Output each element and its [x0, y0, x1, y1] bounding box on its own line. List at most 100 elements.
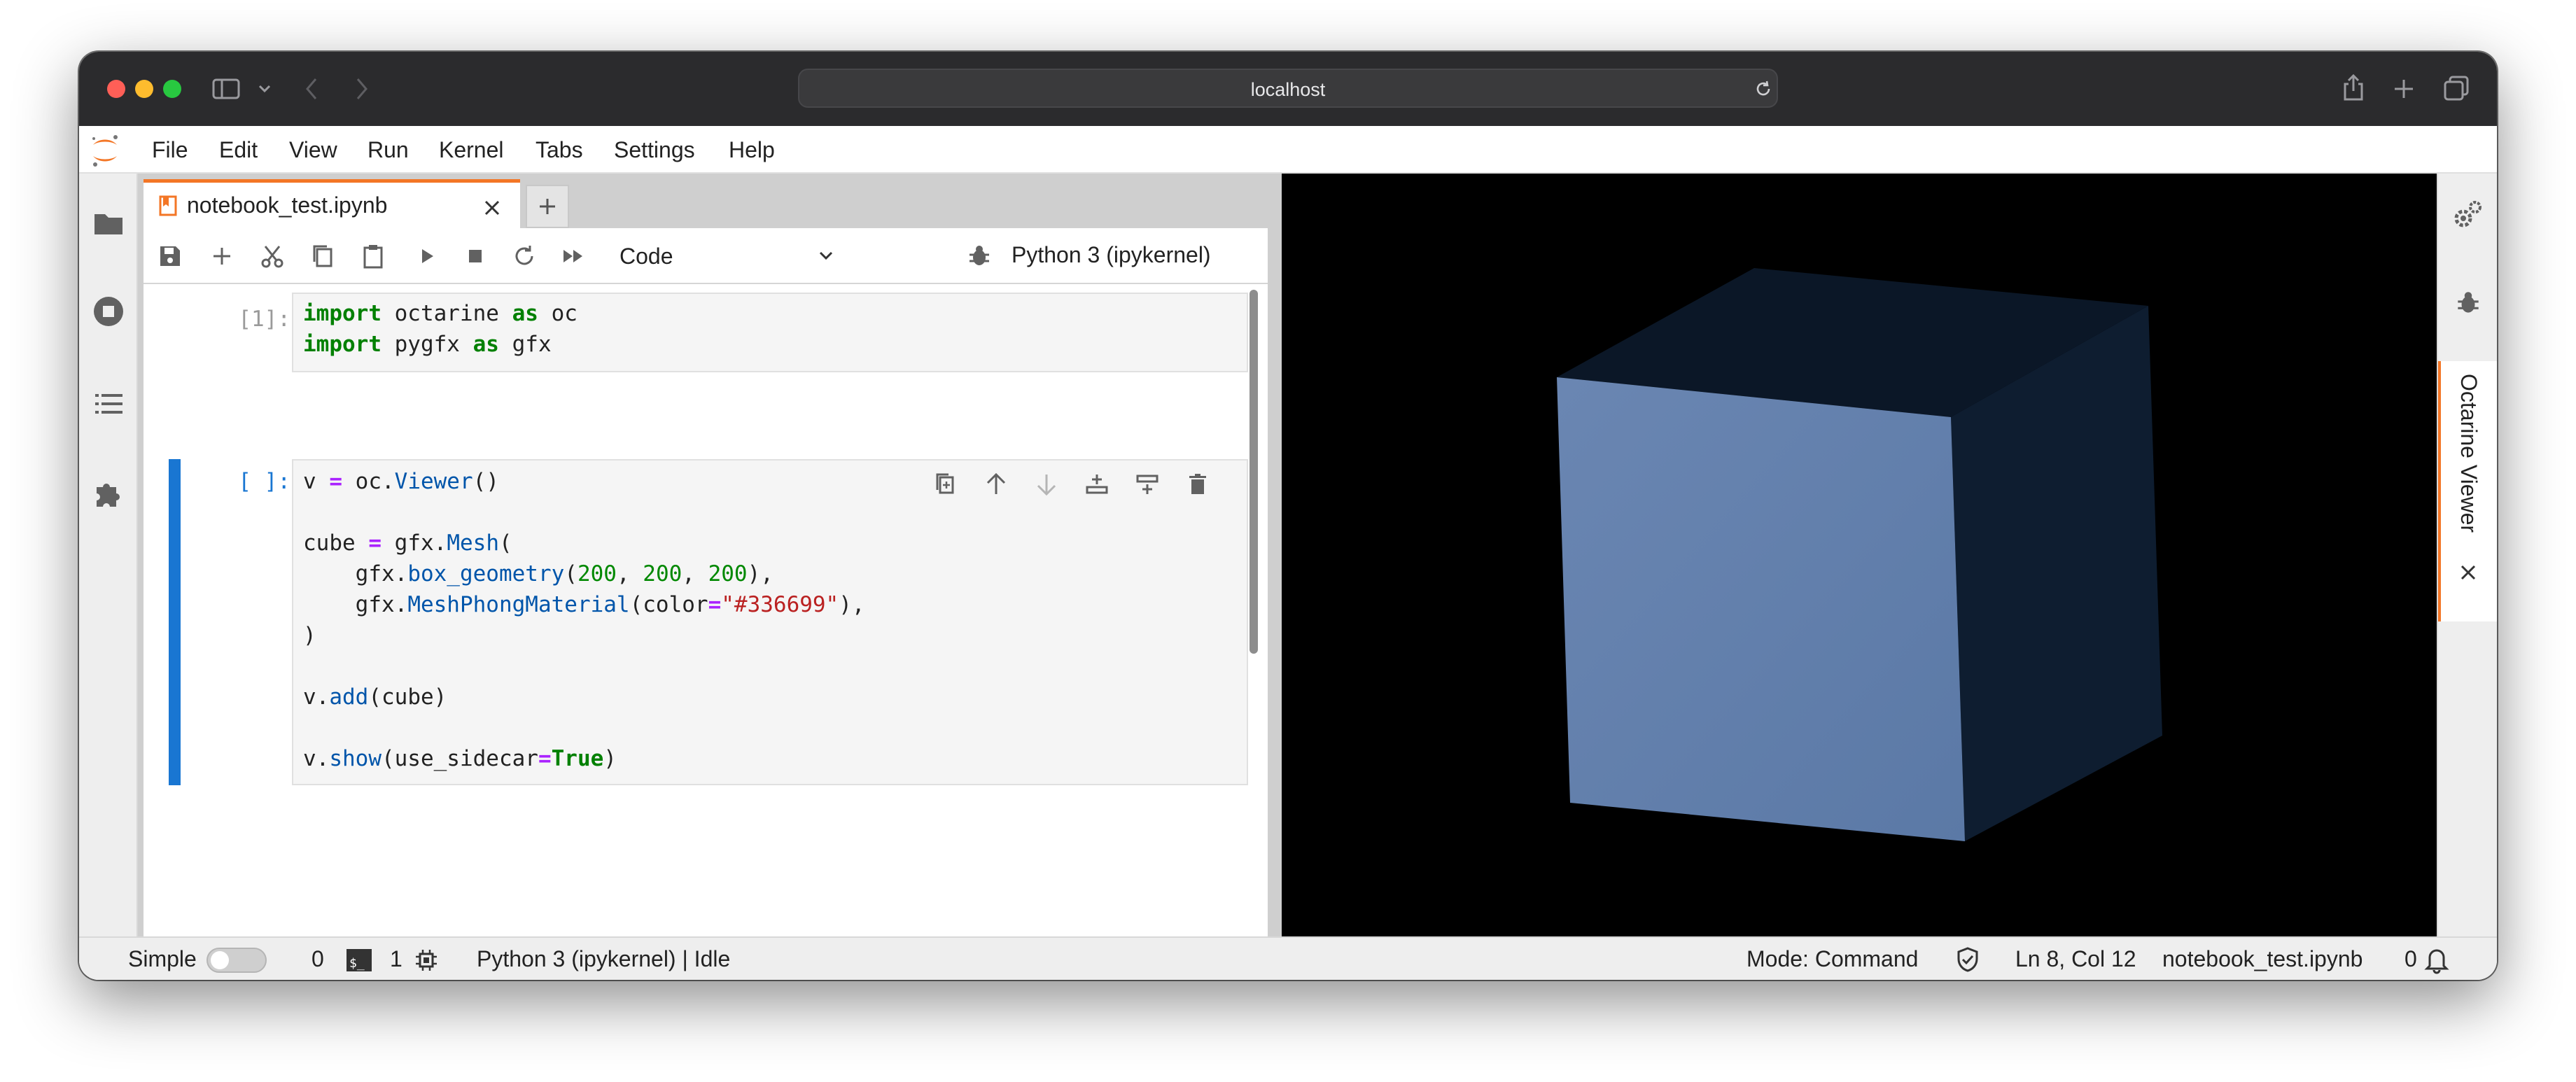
address-text: localhost [1250, 79, 1326, 100]
code-editor[interactable]: import octarine as oc import pygfx as gf… [292, 293, 1248, 372]
browser-window: localhost File Edit View Run Kernel Tabs… [79, 52, 2497, 980]
code-line: v = oc.Viewer() [303, 469, 499, 494]
delete-cell-icon[interactable] [1184, 470, 1212, 498]
cursor-position[interactable]: Ln 8, Col 12 [2015, 946, 2136, 972]
code-cell-active[interactable]: [ ]: v = oc.Viewer() cube = gfx.Mesh( gf… [144, 459, 1250, 785]
tab-notebook[interactable]: notebook_test.ipynb [144, 179, 520, 228]
back-icon[interactable] [304, 77, 318, 101]
notebook-tabbar: notebook_test.ipynb [144, 179, 1268, 228]
forward-icon[interactable] [355, 77, 369, 101]
menu-kernel[interactable]: Kernel [439, 137, 504, 163]
close-icon[interactable] [484, 199, 500, 216]
notification-count[interactable]: 0 [2404, 946, 2417, 972]
paste-icon[interactable] [359, 242, 387, 270]
plus-icon [540, 199, 555, 214]
menu-bar: File Edit View Run Kernel Tabs Settings … [79, 126, 2497, 174]
minimize-window-button[interactable] [135, 80, 153, 98]
tab-overview-icon[interactable] [2444, 76, 2469, 101]
menu-file[interactable]: File [152, 137, 188, 163]
chevron-down-icon[interactable] [258, 84, 271, 94]
run-icon[interactable] [412, 242, 440, 270]
tab-octarine-viewer[interactable]: Octarine Viewer [2438, 361, 2497, 621]
toc-icon[interactable] [91, 386, 126, 421]
fast-forward-icon[interactable] [559, 242, 587, 270]
menu-edit[interactable]: Edit [219, 137, 258, 163]
address-bar[interactable]: localhost [798, 69, 1778, 108]
terminal-icon[interactable]: $_ [345, 946, 373, 974]
move-up-icon[interactable] [982, 470, 1010, 498]
new-tab-icon[interactable] [2393, 78, 2414, 99]
toggle-knob [211, 951, 229, 969]
copy-icon[interactable] [309, 242, 337, 270]
menu-settings[interactable]: Settings [614, 137, 695, 163]
svg-text:$_: $_ [349, 956, 365, 971]
menu-tabs[interactable]: Tabs [536, 137, 583, 163]
notebook-toolbar: Code Python 3 (ipykernel) [144, 228, 1334, 284]
share-icon[interactable] [2342, 73, 2365, 102]
sidebar-icon[interactable] [212, 78, 240, 99]
code-cell[interactable]: [1]: import octarine as oc import pygfx … [144, 293, 1250, 372]
menu-run[interactable]: Run [368, 137, 409, 163]
terminal-count[interactable]: 0 [312, 946, 324, 972]
add-tab-button[interactable] [526, 185, 569, 228]
notebook-scrollbar[interactable] [1250, 290, 1258, 654]
code-line: import pygfx as gfx [303, 332, 552, 357]
zoom-window-button[interactable] [163, 80, 181, 98]
mode-indicator: Mode: Command [1746, 946, 1919, 971]
property-inspector-icon[interactable] [2452, 199, 2484, 231]
cpu-icon[interactable] [414, 948, 439, 973]
jupyter-logo-icon [92, 135, 118, 167]
duplicate-cell-icon[interactable] [932, 470, 960, 498]
save-icon[interactable] [156, 242, 184, 270]
reload-icon[interactable] [1754, 80, 1772, 98]
kernel-count[interactable]: 1 [390, 946, 402, 972]
code-line: ) [303, 623, 316, 648]
code-line: v.add(cube) [303, 684, 447, 710]
cube-front-face [1557, 377, 1965, 841]
close-window-button[interactable] [107, 80, 125, 98]
trusted-shield-icon [1957, 947, 1978, 972]
stop-icon[interactable] [461, 242, 489, 270]
left-sidebar [79, 174, 138, 980]
code-line: gfx.MeshPhongMaterial(color="#336699"), [303, 592, 865, 617]
notebook-panel: Code Python 3 (ipykernel) [1]: import oc… [144, 228, 1334, 980]
restart-icon[interactable] [510, 242, 538, 270]
status-filename: notebook_test.ipynb [2162, 946, 2363, 971]
insert-above-icon[interactable] [1083, 470, 1111, 498]
code-line: import octarine as oc [303, 301, 578, 326]
code-line: v.show(use_sidecar=True) [303, 746, 617, 771]
browser-titlebar: localhost [79, 52, 2497, 126]
octarine-viewer-canvas[interactable] [1282, 174, 2437, 936]
code-line: cube = gfx.Mesh( [303, 531, 512, 556]
cell-collapser[interactable] [169, 459, 181, 785]
extension-icon[interactable] [91, 475, 126, 510]
folder-icon[interactable] [91, 206, 126, 241]
menu-help[interactable]: Help [729, 137, 775, 163]
running-icon[interactable] [91, 294, 126, 329]
move-down-icon[interactable] [1032, 470, 1060, 498]
kernel-name[interactable]: Python 3 (ipykernel) [1011, 242, 1211, 268]
simple-mode-toggle[interactable] [206, 948, 267, 973]
notebook-icon [159, 195, 177, 216]
chevron-down-icon[interactable] [818, 251, 834, 262]
debugger-icon[interactable] [2454, 288, 2483, 318]
close-icon[interactable] [2460, 564, 2477, 581]
tab-label: notebook_test.ipynb [187, 192, 388, 218]
cut-icon[interactable] [258, 242, 286, 270]
cube-render [1557, 268, 2162, 841]
simple-mode-label: Simple [128, 946, 197, 971]
cell-type-select[interactable]: Code [620, 244, 673, 269]
bell-icon[interactable] [2423, 945, 2451, 974]
debugger-icon[interactable] [965, 242, 993, 270]
code-editor[interactable]: v = oc.Viewer() cube = gfx.Mesh( gfx.box… [292, 459, 1248, 785]
cell-prompt: [1]: [238, 307, 290, 332]
right-sidebar: Octarine Viewer [2437, 174, 2497, 936]
insert-below-icon[interactable] [1133, 470, 1161, 498]
cell-prompt: [ ]: [238, 469, 290, 494]
insert-cell-icon[interactable] [208, 242, 236, 270]
menu-view[interactable]: View [289, 137, 337, 163]
status-bar: Simple 0 $_ 1 Python 3 (ipykernel) | Idl… [79, 936, 2497, 980]
code-line: gfx.box_geometry(200, 200, 200), [303, 561, 774, 586]
kernel-status[interactable]: Python 3 (ipykernel) | Idle [477, 946, 730, 972]
octarine-viewer-tab-label: Octarine Viewer [2456, 374, 2482, 533]
